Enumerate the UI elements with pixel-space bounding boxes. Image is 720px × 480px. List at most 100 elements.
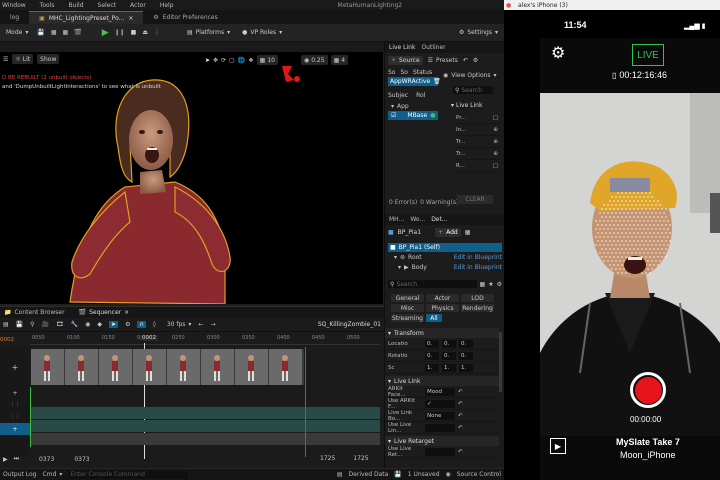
skip-end-icon[interactable]: ⏭	[14, 455, 19, 463]
console-input[interactable]: Enter Console Command	[68, 470, 189, 479]
plus-icon[interactable]: ⊕	[493, 151, 498, 157]
time-ruler[interactable]: 0050010001500200025003000350040004500500	[30, 335, 380, 345]
filter-misc[interactable]: Misc	[391, 304, 424, 312]
blueprint-icon[interactable]: ▦	[465, 229, 471, 236]
cinematics-icon[interactable]: 🎬	[74, 29, 81, 36]
show-button[interactable]: Show	[37, 54, 60, 64]
auto-key-icon[interactable]: ➤	[109, 321, 119, 328]
component-self[interactable]: ■ BP_Pia1 (Self)	[388, 243, 502, 252]
camera-icon[interactable]: 🎥	[42, 321, 49, 328]
checkbox-icon[interactable]: □	[493, 115, 498, 121]
step-icon[interactable]: ❙❙	[115, 29, 125, 36]
filter-lod[interactable]: LOD	[461, 294, 494, 302]
component-root[interactable]: ▾ ⊛ Root Edit in Blueprint	[388, 252, 502, 262]
star-icon[interactable]: ★	[488, 281, 493, 288]
add-track-icon[interactable]: +	[0, 387, 30, 399]
add-track-icon[interactable]: +	[0, 347, 30, 387]
tab-live-link[interactable]: Live Link	[389, 44, 415, 51]
range-end[interactable]: 1725	[353, 455, 368, 462]
subject-app-row[interactable]: ▾ App	[385, 102, 504, 111]
back-icon[interactable]: ←	[198, 321, 203, 328]
add-source-button[interactable]: + Source	[388, 56, 423, 65]
live-link-search[interactable]: ⚲ Search	[453, 86, 493, 94]
record-button[interactable]	[630, 372, 666, 408]
tab-outliner[interactable]: Outliner	[421, 44, 445, 51]
view-options-button[interactable]: ◉ View Options ▾	[443, 72, 497, 79]
derived-data-button[interactable]: Derived Data	[349, 471, 389, 478]
key-icon[interactable]: ◆	[97, 321, 102, 328]
menu-window[interactable]: Window	[2, 2, 26, 9]
menu-actor[interactable]: Actor	[130, 2, 146, 9]
checkbox-checked-icon[interactable]: ☑	[391, 112, 396, 119]
filter-general[interactable]: General	[391, 294, 424, 302]
section-live-link[interactable]: ▾ Live Link	[385, 376, 499, 386]
options-icon[interactable]: ⋮	[154, 29, 160, 36]
film-icon[interactable]: ▤	[3, 321, 9, 328]
settings-icon[interactable]: ⚙	[473, 57, 478, 64]
eject-icon[interactable]: ⏏	[142, 29, 148, 36]
range-start[interactable]: 0373	[39, 456, 54, 463]
clear-button[interactable]: CLEAR	[457, 195, 493, 204]
add-track-icon[interactable]: +	[0, 423, 30, 435]
mode-dropdown[interactable]: Mode ▾	[3, 27, 31, 39]
vector-field[interactable]: 0.	[425, 339, 439, 348]
tab-level[interactable]: ▣ MHC_LightingPreset_Po... ×	[29, 11, 144, 24]
property-value[interactable]	[425, 423, 455, 432]
traffic-lights-icon[interactable]: ●	[506, 2, 511, 9]
live-badge[interactable]: LIVE	[632, 44, 664, 66]
stop-icon[interactable]: ■	[131, 29, 137, 36]
render-icon[interactable]: 🎞	[56, 321, 64, 328]
save-icon[interactable]: 💾	[16, 321, 23, 328]
vector-field[interactable]: 1.	[442, 363, 456, 372]
menu-help[interactable]: Help	[160, 2, 174, 9]
value-box[interactable]: □	[493, 163, 498, 169]
track-bar[interactable]	[31, 407, 380, 419]
edit-blueprint-link[interactable]: Edit in Blueprint	[454, 264, 502, 271]
move-icon[interactable]: ✥	[213, 57, 218, 64]
vp-roles-button[interactable]: ● VP Roles ▾	[239, 27, 285, 39]
grid-icon[interactable]: ▦	[480, 281, 486, 288]
reset-icon[interactable]: ↶	[458, 425, 463, 431]
scale-icon[interactable]: ▢	[229, 57, 235, 64]
vector-field[interactable]: 0.	[442, 339, 456, 348]
magnet-icon[interactable]: ∩	[137, 321, 146, 328]
details-scrollbar[interactable]	[499, 332, 502, 392]
property-value[interactable]: None	[425, 411, 455, 420]
tools-icon[interactable]: 🔧	[71, 321, 78, 328]
layout-button[interactable]: ▦ 4	[330, 55, 349, 65]
forward-icon[interactable]: →	[210, 321, 215, 328]
property-value[interactable]: ✓	[425, 399, 455, 408]
source-row[interactable]: AppWRActive 🗑	[388, 77, 441, 86]
surface-snap-icon[interactable]: ❖	[248, 57, 253, 64]
tab-world[interactable]: Wo...	[410, 216, 425, 223]
view-start[interactable]: 0373	[74, 456, 89, 463]
plus-icon[interactable]: ⊕	[493, 127, 498, 133]
tab-content-browser[interactable]: 📁 Content Browser	[4, 309, 65, 316]
track-options-icon[interactable]: ⋮⋮	[0, 399, 30, 411]
unsaved-button[interactable]: 1 Unsaved	[408, 471, 440, 478]
tab-details[interactable]: Det...	[431, 216, 447, 223]
edit-blueprint-link[interactable]: Edit in Blueprint	[454, 254, 502, 261]
video-library-icon[interactable]: ▶	[550, 438, 566, 454]
world-icon[interactable]: 🌐	[238, 57, 245, 64]
gear-icon[interactable]: ⚙	[497, 281, 502, 288]
filter-rendering[interactable]: Rendering	[461, 304, 494, 312]
vector-field[interactable]: 1.	[425, 363, 439, 372]
presets-button[interactable]: ☰ Presets	[428, 57, 458, 64]
menu-build[interactable]: Build	[68, 2, 83, 9]
snap-icon[interactable]: ⚙	[125, 321, 130, 328]
lit-button[interactable]: ☼ Lit	[12, 54, 34, 64]
filter-all[interactable]: All	[426, 314, 442, 322]
section-live-retarget[interactable]: ▾ Live Retarget	[385, 436, 499, 446]
view-end[interactable]: 1725	[320, 455, 335, 462]
reset-icon[interactable]: ↶	[458, 389, 463, 395]
menu-select[interactable]: Select	[98, 2, 117, 9]
content-icon[interactable]: ▦	[51, 29, 57, 36]
reset-icon[interactable]: ↶	[458, 449, 463, 455]
tab-log[interactable]: log	[0, 11, 29, 24]
play-icon[interactable]: ▶	[102, 28, 109, 38]
live-link-section[interactable]: ▾ Live Link	[451, 102, 482, 109]
property-value[interactable]: Mood	[425, 387, 455, 396]
select-icon[interactable]: ➤	[205, 57, 210, 64]
menu-tools[interactable]: Tools	[40, 2, 55, 9]
